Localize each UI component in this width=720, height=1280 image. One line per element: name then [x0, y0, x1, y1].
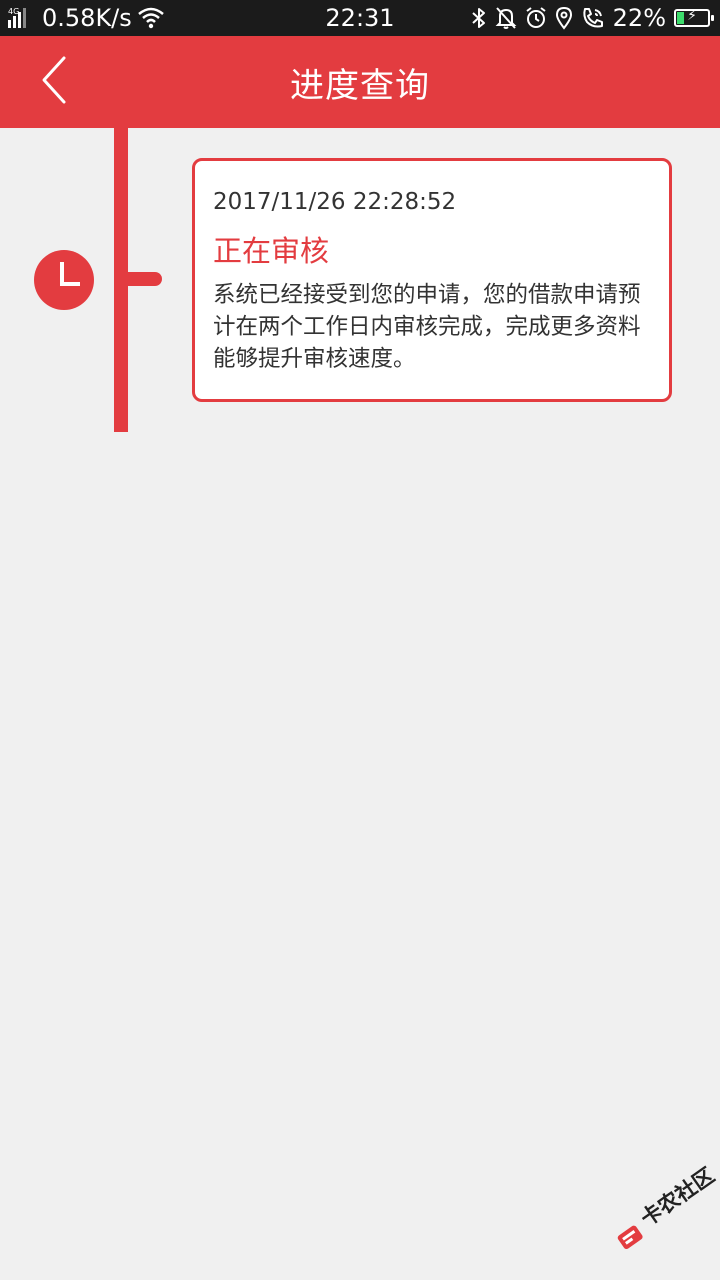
clock-icon [34, 250, 94, 310]
progress-timestamp: 2017/11/26 22:28:52 [213, 189, 457, 215]
location-icon [555, 6, 573, 30]
charging-icon: ⚡ [687, 8, 697, 24]
status-bar: 4G 0.58K/s 22:31 22% ⚡ [0, 0, 720, 36]
app-header: 进度查询 [0, 36, 720, 128]
progress-card: 2017/11/26 22:28:52 正在审核 系统已经接受到您的申请，您的借… [192, 158, 672, 402]
bluetooth-icon [471, 6, 487, 30]
timeline-connector [114, 272, 162, 286]
mute-icon [495, 6, 517, 30]
battery-percent: 22% [612, 4, 666, 32]
battery-icon: ⚡ [674, 8, 714, 27]
page-title: 进度查询 [290, 65, 430, 106]
watermark: 卡农社区 [612, 1163, 719, 1266]
call-icon [581, 6, 605, 30]
progress-description: 系统已经接受到您的申请，您的借款申请预计在两个工作日内审核完成，完成更多资料能够… [213, 282, 641, 372]
alarm-icon [525, 6, 547, 30]
progress-status: 正在审核 [213, 234, 330, 268]
status-bar-right: 22% ⚡ [471, 0, 714, 36]
